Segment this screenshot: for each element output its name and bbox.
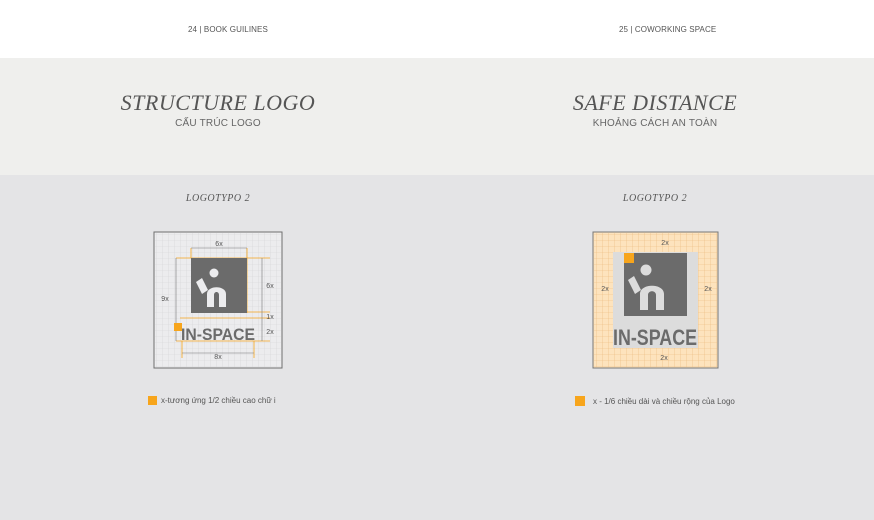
content-band [0,175,874,520]
dim-right-mark-label: 6x [266,283,274,290]
safe-dim-top: 2x [661,240,669,247]
safe-distance-title: SAFE DISTANCE [572,90,738,115]
legend-swatch [575,396,585,406]
dim-bottom-label: 8x [214,354,222,361]
safe-distance-figure: IN-SPACE 2x 2x 2x 2x [592,231,719,369]
dim-right-text-label: 2x [266,329,274,336]
safe-dim-right: 2x [704,286,712,293]
right-legend: x - 1/6 chiều dài và chiều rộng của Logo [575,396,735,406]
right-section-label: LOGOTYPO 2 [622,193,688,204]
left-legend: x-tương ứng 1/2 chiều cao chữ i [148,396,276,405]
safe-distance-subtitle: KHOẢNG CÁCH AN TOÀN [592,118,718,129]
header-band [0,0,874,58]
right-legend-text: x - 1/6 chiều dài và chiều rộng của Logo [593,396,735,406]
structure-logo-figure: 6x 9x 6x 1x 2x 8x IN-SPACE [153,231,283,369]
left-section-label: LOGOTYPO 2 [185,193,251,204]
title-band [0,58,874,175]
dim-left-label: 9x [161,296,169,303]
legend-swatch [148,396,157,405]
safe-x-unit-square [624,253,634,263]
page-header-right: 25 | COWORKING SPACE [619,25,717,34]
logo-wordmark: IN-SPACE [181,325,255,344]
page-header-left: 24 | BOOK GUILINES [188,25,268,34]
dim-top-label: 6x [215,241,223,248]
safe-logo-wordmark: IN-SPACE [613,325,697,350]
safe-dim-bottom: 2x [660,355,668,362]
in-space-logo-mark [191,258,247,313]
left-legend-text: x-tương ứng 1/2 chiều cao chữ i [161,396,276,405]
structure-logo-title: STRUCTURE LOGO [120,90,316,115]
safe-dim-left: 2x [601,286,609,293]
dim-right-gap-label: 1x [266,314,274,321]
structure-logo-subtitle: CẤU TRÚC LOGO [175,118,261,129]
